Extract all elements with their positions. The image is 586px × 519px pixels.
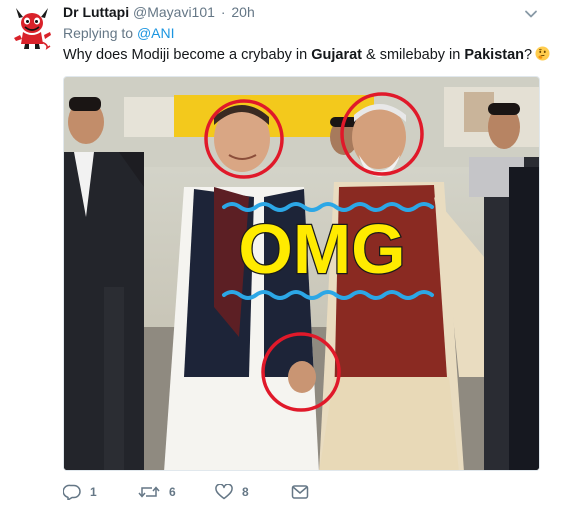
like-count: 8	[242, 485, 249, 499]
separator-dot: ·	[220, 4, 226, 20]
tweet-text-part: ?	[524, 47, 533, 63]
tweet-header: Dr Luttapi @Mayavi101 · 20h	[63, 4, 255, 21]
tweet-actions: 1 6 8	[63, 482, 543, 502]
tweet-text-part: & smilebaby in	[362, 47, 465, 63]
reply-count: 1	[90, 485, 97, 499]
thinking-face-emoji	[535, 46, 550, 61]
avatar[interactable]	[10, 4, 54, 50]
replying-to-line: Replying to @ANI	[63, 25, 175, 42]
tweet-image[interactable]: OMG	[63, 76, 540, 471]
more-options-button[interactable]	[524, 6, 538, 18]
retweet-icon	[138, 486, 160, 498]
like-button[interactable]: 8	[215, 482, 249, 502]
heart-icon	[215, 484, 233, 500]
tweet-text-part: Why does Modiji become a crybaby in	[63, 47, 312, 63]
direct-message-button[interactable]	[291, 482, 309, 502]
replying-prefix: Replying to	[63, 25, 134, 41]
retweet-button[interactable]: 6	[138, 482, 176, 502]
user-handle[interactable]: @Mayavi101	[133, 4, 215, 20]
message-icon	[291, 485, 309, 499]
reply-icon	[63, 484, 81, 500]
tweet-card[interactable]: Dr Luttapi @Mayavi101 · 20h Replying to …	[0, 0, 586, 519]
tweet-text-bold: Pakistan	[464, 47, 525, 63]
chevron-down-icon	[525, 10, 537, 18]
reply-button[interactable]: 1	[63, 482, 97, 502]
image-overlay-text: OMG	[238, 210, 405, 288]
reply-mention-link[interactable]: @ANI	[137, 25, 175, 41]
retweet-count: 6	[169, 485, 176, 499]
tweet-text: Why does Modiji become a crybaby in Guja…	[63, 46, 550, 65]
display-name[interactable]: Dr Luttapi	[63, 4, 129, 20]
avatar-devil-icon	[14, 8, 51, 50]
photo-illustration: OMG	[64, 77, 539, 470]
timestamp[interactable]: 20h	[231, 4, 254, 20]
tweet-text-bold: Gujarat	[311, 47, 362, 63]
